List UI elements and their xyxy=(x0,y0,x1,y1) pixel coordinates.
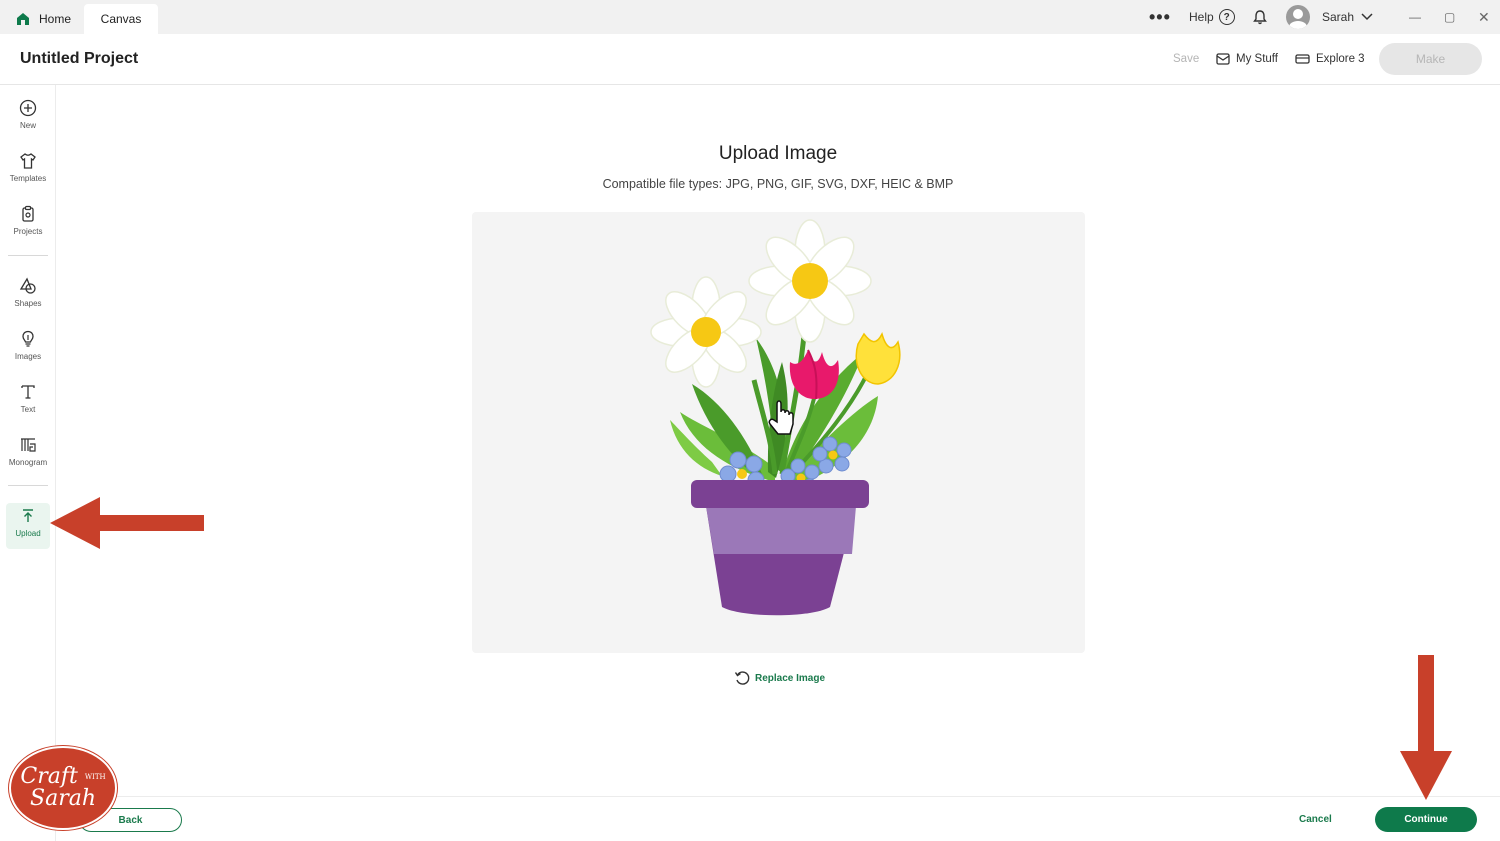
more-options-icon[interactable]: ••• xyxy=(1149,0,1171,34)
bell-icon xyxy=(1253,10,1267,25)
question-icon: ? xyxy=(1218,9,1235,25)
maximize-button[interactable]: ▢ xyxy=(1444,0,1455,34)
text-icon xyxy=(21,385,35,399)
image-preview xyxy=(472,212,1085,653)
flower-pot xyxy=(691,480,869,616)
left-sidebar: New Templates Projects Shapes Images Tex… xyxy=(0,85,56,841)
clipboard-icon xyxy=(22,205,34,222)
upload-icon xyxy=(23,509,33,522)
sidebar-item-upload[interactable]: Upload xyxy=(6,503,50,549)
left-arrow-icon xyxy=(50,497,204,549)
down-arrow-icon xyxy=(1400,655,1452,800)
logo-text-with: WITH xyxy=(84,773,106,781)
sidebar-divider xyxy=(8,255,48,256)
sidebar-label-text: Text xyxy=(20,405,36,414)
project-header: Untitled Project Save My Stuff Explore 3… xyxy=(0,34,1500,85)
machine-label: Explore 3 xyxy=(1316,53,1365,65)
compatible-types: JPG, PNG, GIF, SVG, DXF, HEIC & BMP xyxy=(725,177,954,191)
minimize-button[interactable]: — xyxy=(1409,0,1421,34)
home-icon xyxy=(17,13,29,25)
tulip xyxy=(855,331,901,385)
sidebar-item-new[interactable]: New xyxy=(6,95,50,143)
monogram-icon xyxy=(21,438,36,452)
sidebar-divider xyxy=(8,485,48,486)
sidebar-label-shapes: Shapes xyxy=(14,299,42,308)
sidebar-label-upload: Upload xyxy=(15,529,41,538)
sidebar-item-text[interactable]: Text xyxy=(6,379,50,427)
footer-divider xyxy=(56,796,1500,797)
plus-circle-icon xyxy=(19,99,37,117)
chevron-down-icon xyxy=(1361,13,1373,21)
help-button[interactable]: Help ? xyxy=(1189,0,1235,34)
craft-with-sarah-logo: Craft WITH Sarah xyxy=(9,746,117,830)
machine-selector[interactable]: Explore 3 xyxy=(1295,34,1365,84)
refresh-icon xyxy=(734,671,750,685)
sidebar-label-new: New xyxy=(19,121,36,130)
tab-canvas[interactable]: Canvas xyxy=(84,4,158,34)
replace-image-label: Replace Image xyxy=(755,672,826,684)
my-stuff-label: My Stuff xyxy=(1236,53,1278,65)
logo-text-sarah: Sarah xyxy=(30,786,96,811)
sidebar-label-projects: Projects xyxy=(13,227,43,236)
compatible-label: Compatible file types: xyxy=(602,177,723,191)
sidebar-item-shapes[interactable]: Shapes xyxy=(6,273,50,321)
shapes-icon xyxy=(19,277,36,294)
lightbulb-icon xyxy=(22,330,34,347)
close-window-button[interactable]: ✕ xyxy=(1478,0,1490,34)
continue-button[interactable]: Continue xyxy=(1375,807,1477,832)
compatible-file-types: Compatible file types: JPG, PNG, GIF, SV… xyxy=(0,177,1500,191)
sidebar-item-monogram[interactable]: Monogram xyxy=(6,432,50,480)
user-menu[interactable]: Sarah xyxy=(1286,0,1373,34)
daisy xyxy=(650,276,762,388)
sidebar-item-images[interactable]: Images xyxy=(6,326,50,374)
tab-home-label: Home xyxy=(39,12,72,26)
user-name: Sarah xyxy=(1322,10,1355,24)
window-tab-bar: Home Canvas ••• Help ? Sarah — ▢ ✕ xyxy=(0,0,1500,34)
my-stuff-button[interactable]: My Stuff xyxy=(1216,34,1278,84)
replace-image-button[interactable]: Replace Image xyxy=(734,670,825,686)
project-title: Untitled Project xyxy=(20,50,139,67)
sidebar-label-images: Images xyxy=(14,352,42,361)
notifications-button[interactable] xyxy=(1252,0,1268,34)
save-button[interactable]: Save xyxy=(1173,34,1199,84)
sidebar-label-monogram: Monogram xyxy=(8,458,48,467)
page-title: Upload Image xyxy=(718,143,838,164)
cutting-machine-icon xyxy=(1295,54,1310,64)
tab-home[interactable]: Home xyxy=(8,4,84,34)
tab-canvas-label: Canvas xyxy=(100,12,142,26)
help-label: Help xyxy=(1189,10,1214,24)
inbox-icon xyxy=(1216,53,1230,65)
daisy xyxy=(748,219,872,343)
cancel-button[interactable]: Cancel xyxy=(1299,814,1332,825)
make-button[interactable]: Make xyxy=(1379,43,1482,75)
avatar xyxy=(1286,5,1310,29)
sidebar-item-projects[interactable]: Projects xyxy=(6,201,50,249)
flower-pot-image xyxy=(650,219,901,616)
